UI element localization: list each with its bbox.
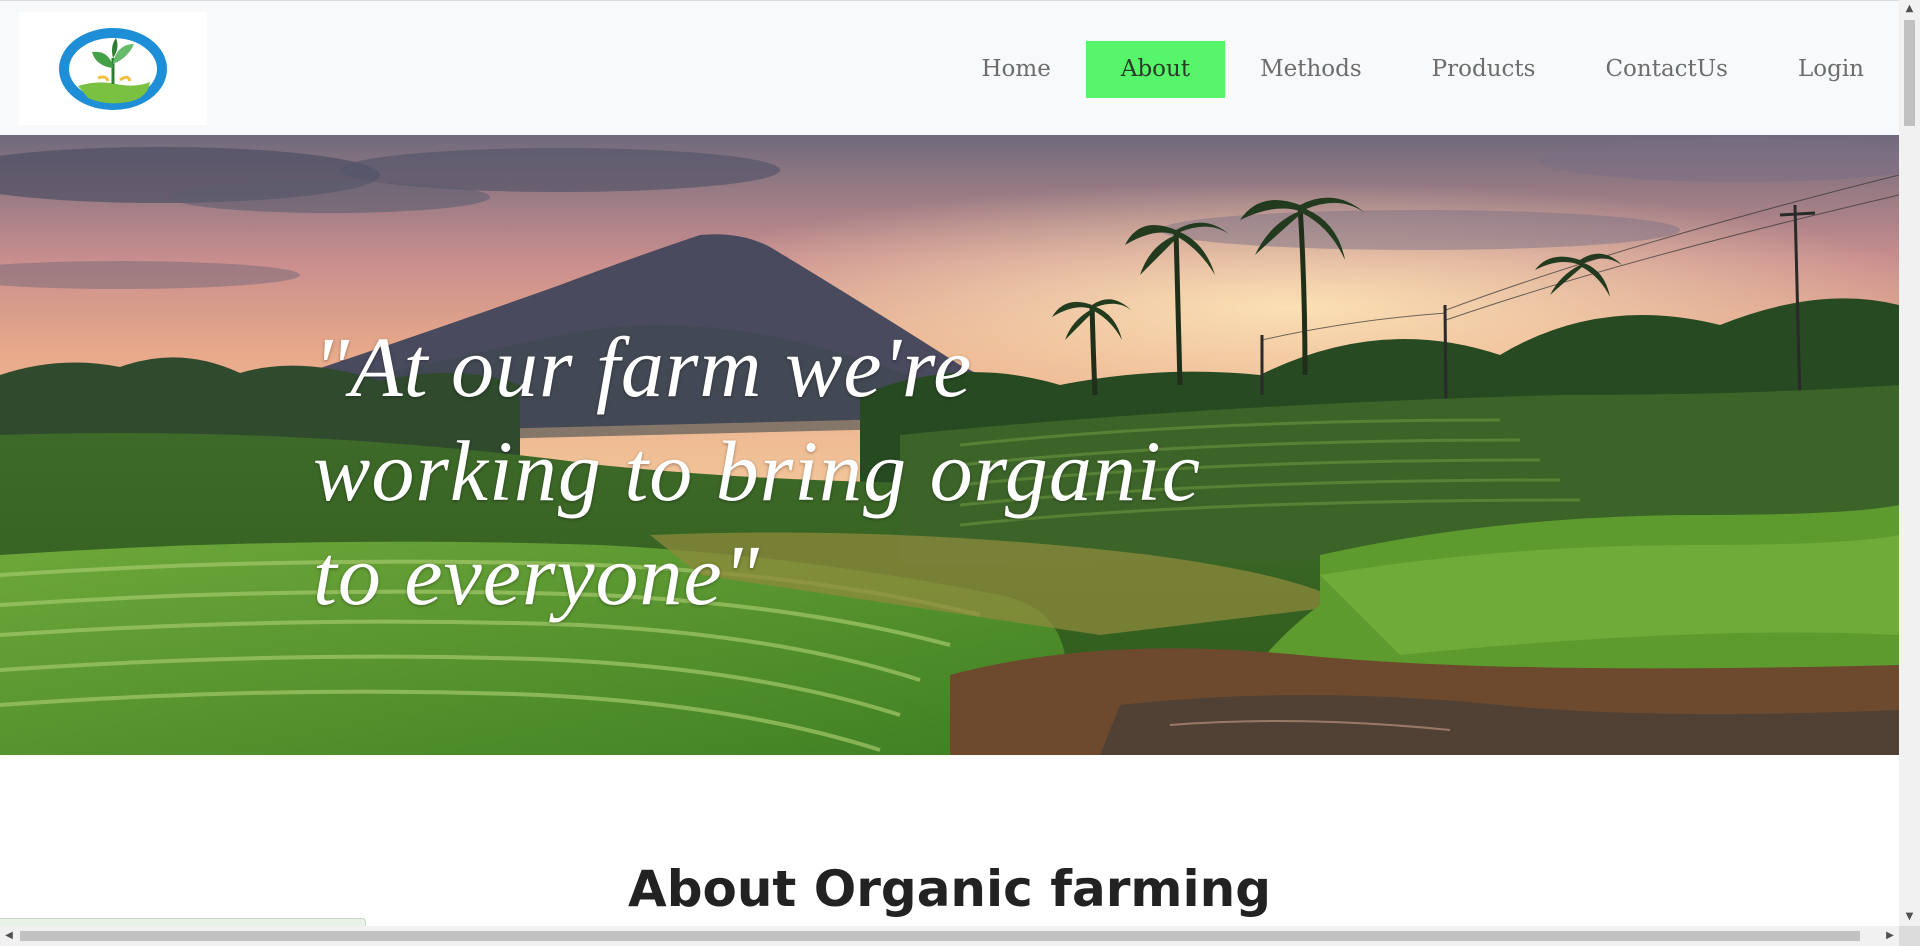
site-logo[interactable] bbox=[19, 12, 207, 125]
nav-methods[interactable]: Methods bbox=[1225, 41, 1397, 98]
status-bar-url: https://niveshsaiteja.github.io/Agriproj… bbox=[0, 918, 366, 926]
hero-quote-line-2: working to bring organic bbox=[313, 423, 1201, 519]
nav-contactus[interactable]: ContactUs bbox=[1570, 41, 1763, 98]
browser-viewport: Home About Methods Products ContactUs Lo… bbox=[0, 0, 1899, 926]
sprout-in-hand-icon bbox=[59, 27, 167, 110]
main-nav: Home About Methods Products ContactUs Lo… bbox=[947, 41, 1900, 98]
nav-about[interactable]: About bbox=[1085, 41, 1226, 98]
hero-banner: "At our farm we're working to bring orga… bbox=[0, 135, 1899, 755]
scrollbar-corner bbox=[1899, 926, 1920, 946]
vertical-scrollbar[interactable]: ▲ ▼ bbox=[1899, 0, 1920, 926]
horizontal-scrollbar[interactable]: ◀ ▶ bbox=[0, 926, 1899, 946]
hero-quote: "At our farm we're working to bring orga… bbox=[313, 315, 1233, 627]
scroll-right-arrow-icon[interactable]: ▶ bbox=[1881, 926, 1899, 946]
hero-quote-line-1: "At our farm we're bbox=[313, 319, 973, 415]
nav-home[interactable]: Home bbox=[947, 41, 1086, 98]
nav-products[interactable]: Products bbox=[1397, 41, 1571, 98]
horizontal-scrollbar-thumb[interactable] bbox=[20, 931, 1860, 941]
scroll-down-arrow-icon[interactable]: ▼ bbox=[1899, 908, 1920, 926]
scroll-up-arrow-icon[interactable]: ▲ bbox=[1899, 0, 1920, 18]
nav-login[interactable]: Login bbox=[1763, 41, 1899, 98]
hero-quote-line-3: to everyone" bbox=[313, 527, 760, 623]
scroll-left-arrow-icon[interactable]: ◀ bbox=[0, 926, 18, 946]
section-title-about: About Organic farming bbox=[628, 860, 1271, 918]
vertical-scrollbar-thumb[interactable] bbox=[1904, 20, 1915, 126]
navbar: Home About Methods Products ContactUs Lo… bbox=[0, 0, 1899, 136]
